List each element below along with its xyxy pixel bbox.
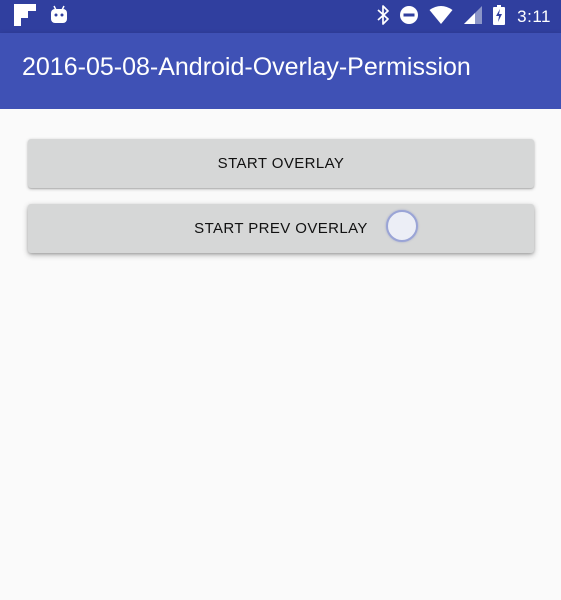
- app-title: 2016-05-08-Android-Overlay-Permission: [22, 53, 471, 81]
- flipboard-icon: [14, 4, 36, 30]
- clock-time: 3:11: [517, 6, 551, 26]
- cellular-signal-icon: [463, 5, 483, 29]
- touch-indicator: [386, 210, 418, 242]
- main-content: START OVERLAY START PREV OVERLAY: [0, 109, 561, 600]
- status-bar: 3:11: [0, 0, 561, 33]
- battery-charging-icon: [493, 4, 506, 29]
- app-bar: 2016-05-08-Android-Overlay-Permission: [0, 33, 561, 109]
- notification-icons: [14, 4, 68, 30]
- system-icons: 3:11: [377, 0, 551, 33]
- bluetooth-icon: [377, 4, 390, 29]
- start-overlay-button[interactable]: START OVERLAY: [28, 139, 534, 188]
- do-not-disturb-icon: [399, 5, 419, 29]
- start-prev-overlay-button[interactable]: START PREV OVERLAY: [28, 204, 534, 253]
- android-icon: [50, 5, 68, 29]
- wifi-icon: [429, 5, 453, 29]
